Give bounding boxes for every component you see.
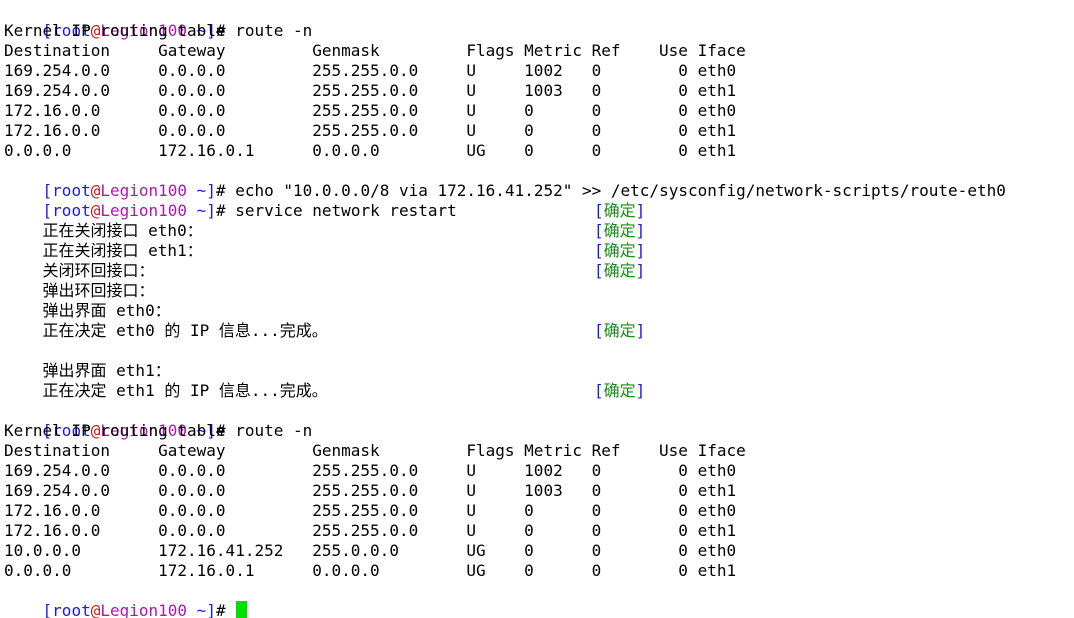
status-ok: [确定] [594,381,646,400]
table-row: 172.16.0.0 0.0.0.0 255.255.0.0 U 0 0 0 e… [4,121,737,140]
terminal-window[interactable]: [root@Legion100 ~]# route -n Kernel IP r… [0,0,1074,618]
table-row: 169.254.0.0 0.0.0.0 255.255.0.0 U 1002 0… [4,61,737,80]
prompt-line: [root@Legion100 ~]# route -n [4,1,1074,40]
table-header: Destination Gateway Genmask Flags Metric… [4,41,746,60]
table-row: 169.254.0.0 0.0.0.0 255.255.0.0 U 1003 0… [4,481,737,500]
prompt-host: Legion100 [100,601,188,618]
output-line: 正在关闭接口 eth1： [确定] [4,221,1074,260]
status-ok: [确定] [594,261,646,280]
output-line: 正在决定 eth1 的 IP 信息...完成。 [4,361,1074,400]
prompt-line: [root@Legion100 ~]# route -n [4,401,1074,440]
output-line: 弹出环回接口： [确定] [4,261,1074,300]
status-ok: [确定] [594,241,646,260]
prompt-user: root [52,601,91,618]
table-row: 10.0.0.0 172.16.41.252 255.0.0.0 UG 0 0 … [4,541,737,560]
table-row: 169.254.0.0 0.0.0.0 255.255.0.0 U 1002 0… [4,461,737,480]
output-line: 正在决定 eth0 的 IP 信息...完成。 [4,301,1074,340]
prompt-at: @ [90,601,101,618]
status-ok: [确定] [594,201,646,220]
active-prompt-line[interactable]: [root@Legion100 ~]# [4,581,1074,618]
table-row: 0.0.0.0 172.16.0.1 0.0.0.0 UG 0 0 0 eth1 [4,561,737,580]
status-ok: [确定] [594,321,646,340]
table-title: Kernel IP routing table [4,421,226,440]
table-row: 172.16.0.0 0.0.0.0 255.255.0.0 U 0 0 0 e… [4,521,737,540]
text-cursor[interactable] [236,601,248,618]
table-header: Destination Gateway Genmask Flags Metric… [4,441,746,460]
table-title: Kernel IP routing table [4,21,226,40]
output-line: 关闭环回接口： [确定] [4,241,1074,280]
output-line: 正在关闭接口 eth0： [确定] [4,201,1074,240]
table-row: 172.16.0.0 0.0.0.0 255.255.0.0 U 0 0 0 e… [4,101,737,120]
prompt-line: [root@Legion100 ~]# echo "10.0.0.0/8 via… [4,161,1074,200]
table-row: 172.16.0.0 0.0.0.0 255.255.0.0 U 0 0 0 e… [4,501,737,520]
prompt-open: [ [42,601,53,618]
table-row: 0.0.0.0 172.16.0.1 0.0.0.0 UG 0 0 0 eth1 [4,141,737,160]
table-row: 169.254.0.0 0.0.0.0 255.255.0.0 U 1003 0… [4,81,737,100]
prompt-line: [root@Legion100 ~]# service network rest… [4,181,1074,220]
status-ok: [确定] [594,221,646,240]
output-line: 弹出界面 eth0： [4,281,1074,320]
output-line: [确定] [4,381,1074,401]
output-line: 弹出界面 eth1： [4,341,1074,380]
prompt-close: ~] [187,601,216,618]
output-line: [确定] [4,321,1074,341]
prompt-sign: # [215,601,236,618]
